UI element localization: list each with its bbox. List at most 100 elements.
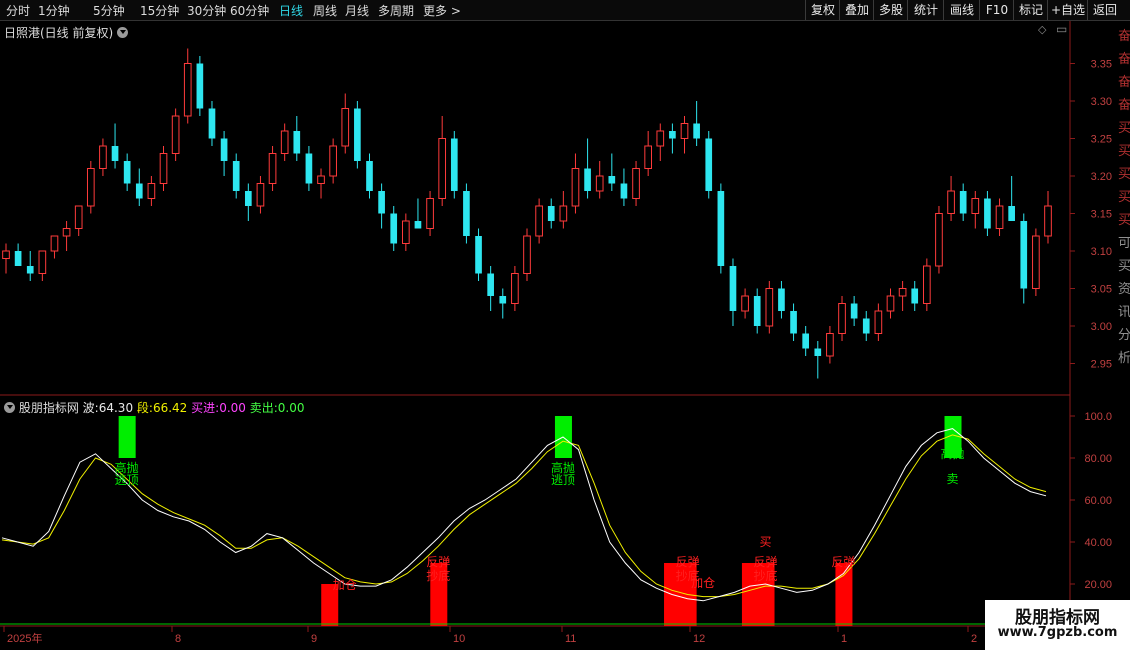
indicator-lines — [0, 428, 1070, 625]
signal-label-fantan: 反弹 — [754, 555, 778, 569]
add-watchlist-button[interactable]: +自选 — [1047, 0, 1088, 20]
price-tick-label: 3.00 — [1091, 321, 1112, 333]
candle-body — [1044, 205, 1052, 237]
period-tab-multi[interactable]: 多周期 — [378, 2, 414, 19]
top-toolbar: 分时 1分钟 5分钟 15分钟 30分钟 60分钟 日线 周线 月线 多周期 更… — [0, 0, 1130, 21]
candle-body — [123, 161, 131, 184]
draw-line-button[interactable]: 画线 — [943, 0, 980, 20]
candle-body — [559, 205, 568, 222]
right-edge-panel: 奋奋奋奋买买买买买可买资讯分析 — [1116, 21, 1130, 650]
overlay-button[interactable]: 叠加 — [839, 0, 874, 20]
period-tab-weekly[interactable]: 周线 — [313, 2, 337, 19]
candle-body — [644, 145, 652, 169]
multi-stock-button[interactable]: 多股 — [873, 0, 908, 20]
candle-body — [244, 191, 252, 206]
signal-label-chaodi: 抄底 — [426, 568, 450, 583]
candle-body — [378, 191, 385, 214]
signal-label-taoding: 逃顶 — [551, 473, 575, 487]
signal-label-jiacang: 加仓 — [333, 578, 357, 592]
candle-body — [632, 168, 640, 199]
candle-body — [753, 296, 761, 326]
price-tick-label: 3.25 — [1091, 134, 1112, 146]
price-tick-label: 3.35 — [1091, 59, 1112, 71]
mark-button[interactable]: 标记 — [1013, 0, 1048, 20]
seg-line — [1, 434, 1047, 598]
candle-body — [402, 220, 410, 244]
candle-body — [268, 153, 277, 184]
period-tab-fenshi[interactable]: 分时 — [6, 2, 30, 19]
watermark-line2: www.7gpzb.com — [997, 625, 1118, 640]
candle-body — [584, 168, 591, 191]
candle-body — [765, 288, 774, 327]
candle-body — [595, 175, 604, 192]
chart-canvas[interactable]: 3.35 3.30 3.25 3.20 3.15 3.10 3.05 3.00 2.95 100… — [0, 21, 1130, 650]
period-tab-monthly[interactable]: 月线 — [345, 2, 369, 19]
period-tab-15min[interactable]: 15分钟 — [140, 2, 179, 19]
f10-button[interactable]: F10 — [979, 0, 1014, 20]
date-tick-label: 8 — [175, 633, 181, 645]
watermark: 股朋指标网 www.7gpzb.com — [985, 600, 1130, 650]
candle-body — [693, 123, 700, 139]
indicator-tick-label: 100.0 — [1084, 411, 1112, 423]
candle-body — [1020, 221, 1028, 289]
candle-body — [741, 295, 749, 312]
sell-signal-bar — [118, 416, 136, 458]
right-edge-char: 买 — [1118, 144, 1130, 159]
signal-label-fantan: 反弹 — [426, 555, 450, 569]
candle-body — [911, 288, 919, 304]
right-edge-char: 买 — [1118, 121, 1130, 136]
candle-body — [717, 191, 725, 266]
price-tick-label: 3.15 — [1091, 209, 1112, 221]
period-tab-30min[interactable]: 30分钟 — [187, 2, 226, 19]
period-tab-daily[interactable]: 日线 — [279, 2, 303, 19]
period-tab-60min[interactable]: 60分钟 — [230, 2, 269, 19]
signal-label-fantan: 反弹 — [676, 555, 700, 569]
period-tab-1min[interactable]: 1分钟 — [38, 2, 70, 19]
candle-body — [984, 198, 991, 229]
period-tab-5min[interactable]: 5分钟 — [93, 2, 125, 19]
right-edge-char: 买 — [1118, 167, 1130, 182]
right-edge-char: 买 — [1118, 259, 1130, 274]
candle-body — [802, 333, 810, 349]
candle-body — [571, 168, 580, 207]
candle-body — [1008, 206, 1015, 221]
date-tick-label: 1 — [841, 633, 847, 645]
right-edge-char: 可 — [1118, 236, 1130, 251]
candle-body — [947, 190, 955, 214]
period-tab-more[interactable]: 更多 > — [423, 2, 461, 19]
candle-body — [354, 108, 361, 161]
date-tick-label: 9 — [311, 633, 317, 645]
candle-body — [390, 213, 398, 244]
candle-body — [935, 213, 943, 267]
candle-body — [111, 146, 119, 161]
signal-bars — [118, 416, 962, 626]
price-tick-label: 2.95 — [1091, 359, 1112, 371]
candle-body — [183, 63, 192, 117]
candle-body — [341, 108, 350, 147]
indicator-tick-label: 60.00 — [1084, 495, 1112, 507]
candle-body — [74, 205, 83, 229]
candle-body — [50, 235, 59, 252]
right-edge-char: 奋 — [1118, 75, 1130, 90]
candle-body — [329, 145, 337, 177]
signal-label-fantan: 反弹 — [831, 555, 855, 569]
price-axis: 3.35 3.30 3.25 3.20 3.15 3.10 3.05 3.00 2.95 — [1070, 59, 1112, 371]
right-edge-char: 买 — [1118, 190, 1130, 205]
candle-body — [874, 310, 883, 334]
back-button[interactable]: 返回 — [1087, 0, 1122, 20]
fuquan-button[interactable]: 复权 — [805, 0, 840, 20]
right-edge-char: 资 — [1118, 282, 1130, 297]
candle-body — [838, 303, 846, 334]
stats-button[interactable]: 统计 — [907, 0, 944, 20]
candle-body — [656, 130, 665, 147]
wave-line — [1, 428, 1047, 602]
candle-body — [280, 130, 289, 154]
candle-body — [523, 235, 531, 274]
candle-body — [608, 176, 616, 184]
right-edge-char: 讯 — [1118, 305, 1130, 320]
candle-body — [14, 251, 22, 266]
indicator-axis: 100.0 80.00 60.00 40.00 20.00 — [1070, 411, 1112, 591]
candle-body — [862, 318, 870, 334]
right-edge-char: 分 — [1118, 328, 1130, 343]
candle-body — [99, 145, 107, 169]
